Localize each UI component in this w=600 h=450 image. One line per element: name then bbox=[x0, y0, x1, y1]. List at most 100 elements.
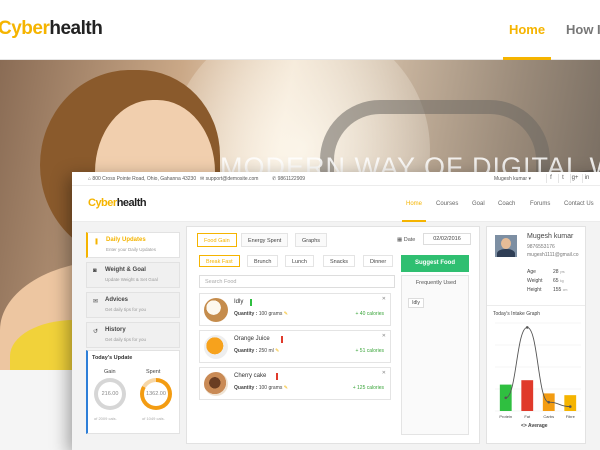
chart-tick-label: Fat bbox=[524, 414, 531, 419]
site-nav-how-it-works[interactable]: How It bbox=[566, 0, 600, 60]
chart-line-point bbox=[547, 400, 551, 404]
meal-break-fast[interactable]: Break Fast bbox=[199, 255, 240, 267]
close-icon[interactable]: ✕ bbox=[382, 333, 386, 339]
meal-dinner[interactable]: Dinner bbox=[363, 255, 394, 267]
bookmark-icon: ❚ bbox=[94, 239, 100, 245]
nav-goal[interactable]: Goal bbox=[472, 186, 485, 222]
avatar bbox=[495, 235, 517, 257]
nav-home[interactable]: Home bbox=[401, 186, 427, 222]
tab-food-gain[interactable]: Food Gain bbox=[197, 233, 237, 247]
food-item[interactable]: Cherry cake Quantity : 100 grams ✎ + 125… bbox=[199, 367, 391, 400]
spent-total: of 1049 cals. bbox=[142, 416, 165, 421]
stat-age-value: 28 yrs bbox=[553, 269, 565, 275]
gain-value: 216.00 bbox=[98, 382, 122, 406]
quantity-label: Quantity : bbox=[234, 385, 258, 391]
suggest-food-button[interactable]: Suggest Food bbox=[401, 255, 469, 272]
food-name: Cherry cake bbox=[234, 373, 267, 379]
stat-age-number: 28 bbox=[553, 269, 559, 275]
sidebar-item-sub: Enter your Daily Updates bbox=[106, 247, 157, 252]
chart-bar-fibre bbox=[564, 395, 577, 411]
sidebar-item-label: History bbox=[105, 327, 126, 333]
info-bar: ⌂ 800 Cross Pointe Road, Ohio, Gahanna 4… bbox=[72, 172, 600, 186]
scale-icon: ◙ bbox=[93, 268, 97, 274]
nav-forums[interactable]: Forums bbox=[530, 186, 550, 222]
google-plus-icon[interactable]: g+ bbox=[570, 174, 579, 183]
average-legend: <> Average bbox=[521, 423, 548, 429]
food-item[interactable]: Orange Juice Quantity : 250 ml ✎ + 51 ca… bbox=[199, 330, 391, 363]
tab-energy-spent[interactable]: Energy Spent bbox=[241, 233, 289, 247]
edit-icon[interactable]: ✎ bbox=[275, 348, 279, 354]
chart-line-point bbox=[568, 405, 572, 408]
gain-ring: 216.00 bbox=[94, 378, 126, 410]
stat-weight-label: Weight bbox=[527, 278, 543, 284]
twitter-icon[interactable]: t bbox=[558, 174, 567, 183]
frequent-food-chip[interactable]: Idly bbox=[408, 298, 424, 308]
facebook-icon[interactable]: f bbox=[546, 174, 555, 183]
app-logo[interactable]: Cyberhealth bbox=[88, 197, 147, 209]
profile-phone: 9876553176 bbox=[527, 244, 555, 250]
email-value: support@demosite.com bbox=[205, 176, 259, 182]
gain-total: of 2009 cals. bbox=[94, 416, 117, 421]
date-label-text: Date bbox=[403, 237, 416, 243]
meal-brunch[interactable]: Brunch bbox=[247, 255, 279, 267]
food-image bbox=[204, 298, 228, 322]
spent-ring: 1362.00 bbox=[140, 378, 172, 410]
logo-part-1: Cyber bbox=[0, 18, 50, 39]
food-flag-icon bbox=[250, 299, 252, 306]
food-flag-icon bbox=[281, 336, 283, 343]
app-navbar: Cyberhealth Home Courses Goal Coach Foru… bbox=[72, 186, 600, 222]
nav-contact-us[interactable]: Contact Us bbox=[564, 186, 594, 222]
stat-weight-value: 65 kg bbox=[553, 278, 564, 284]
food-calories: + 125 calories bbox=[352, 385, 384, 391]
sidebar-item-label: Weight & Goal bbox=[105, 267, 146, 273]
quantity-label: Quantity : bbox=[234, 311, 258, 317]
app-logo-part-1: Cyber bbox=[88, 197, 117, 209]
sidebar-item-label: Daily Updates bbox=[106, 237, 146, 243]
linkedin-icon[interactable]: in bbox=[582, 174, 591, 183]
app-content: ❚ Daily Updates Enter your Daily Updates… bbox=[72, 222, 600, 450]
today-update-title: Today's Update bbox=[92, 355, 133, 361]
sidebar-item-advices[interactable]: ✉ Advices Get daily tips for you bbox=[86, 292, 180, 318]
spent-label: Spent bbox=[146, 369, 161, 375]
site-nav-home[interactable]: Home bbox=[503, 0, 551, 60]
profile-email: mugesh1111@gmail.co bbox=[527, 252, 579, 258]
spent-value: 1362.00 bbox=[144, 382, 168, 406]
edit-icon[interactable]: ✎ bbox=[284, 385, 288, 391]
food-image bbox=[204, 372, 228, 396]
email-text[interactable]: ✉ support@demosite.com bbox=[200, 176, 258, 182]
user-menu[interactable]: Mugesh kumar ▾ bbox=[494, 176, 531, 182]
close-icon[interactable]: ✕ bbox=[382, 370, 386, 376]
close-icon[interactable]: ✕ bbox=[382, 296, 386, 302]
chart-tick-label: Carbs bbox=[543, 414, 554, 419]
stat-height-value: 155 cm bbox=[553, 287, 567, 293]
today-update-card: Today's Update Gain Spent 216.00 1362.00… bbox=[86, 350, 180, 434]
nav-courses[interactable]: Courses bbox=[436, 186, 458, 222]
stat-height-label: Height bbox=[527, 287, 542, 293]
avatar-head bbox=[501, 238, 511, 249]
quantity-value: 100 grams bbox=[258, 311, 283, 317]
meal-snacks[interactable]: Snacks bbox=[323, 255, 356, 267]
tab-graphs[interactable]: Graphs bbox=[295, 233, 328, 247]
stat-height-number: 155 bbox=[553, 287, 562, 293]
stat-height-unit: cm bbox=[562, 288, 568, 292]
quantity-value: 250 ml bbox=[258, 348, 274, 354]
date-input[interactable]: 02/02/2016 bbox=[423, 233, 471, 245]
sidebar-item-daily-updates[interactable]: ❚ Daily Updates Enter your Daily Updates bbox=[86, 232, 180, 258]
nav-coach[interactable]: Coach bbox=[498, 186, 515, 222]
chart-bar-fat bbox=[521, 380, 534, 411]
search-food-input[interactable]: Search Food bbox=[199, 275, 395, 288]
date-label: ▦ Date bbox=[397, 237, 416, 243]
sidebar-item-weight-goal[interactable]: ◙ Weight & Goal Update Weight & Set Goal bbox=[86, 262, 180, 288]
stat-age-unit: yrs bbox=[559, 270, 565, 274]
edit-icon[interactable]: ✎ bbox=[284, 311, 288, 317]
site-logo[interactable]: Cyberhealth bbox=[0, 18, 103, 40]
sidebar-item-sub: Get daily tips for you bbox=[105, 307, 147, 312]
sidebar-item-history[interactable]: ↺ History Get daily tips for you bbox=[86, 322, 180, 348]
food-item[interactable]: Idly Quantity : 100 grams ✎ + 40 calorie… bbox=[199, 293, 391, 326]
frequently-used-title: Frequently Used bbox=[415, 280, 457, 286]
app-logo-part-2: health bbox=[116, 197, 147, 209]
food-flag-icon bbox=[276, 373, 278, 380]
address-value: 800 Cross Pointe Road, Ohio, Gahanna 432… bbox=[92, 176, 197, 182]
chat-icon: ✉ bbox=[93, 299, 99, 305]
meal-lunch[interactable]: Lunch bbox=[285, 255, 314, 267]
